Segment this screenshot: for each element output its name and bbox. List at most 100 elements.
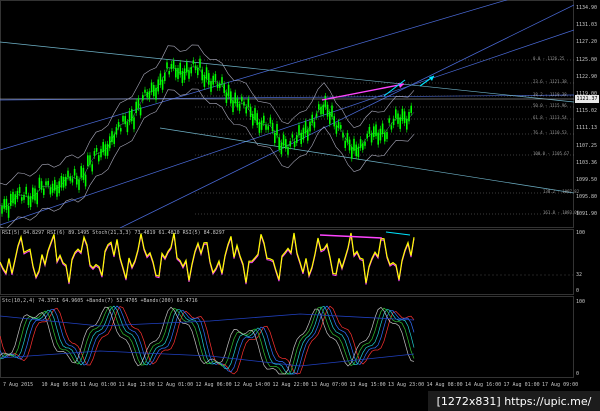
candle-body (362, 143, 364, 150)
candle-body (166, 62, 168, 69)
time-axis-label: 12 Aug 22:00 (272, 382, 309, 388)
fibo-level-label: 61.8 - 1113.54 (533, 115, 567, 120)
candle-body (379, 128, 382, 141)
price-axis-label: 1115.02 (576, 108, 598, 115)
time-axis-label: 11 Aug 13:00 (118, 382, 155, 388)
price-axis-label: 1127.20 (576, 39, 598, 46)
candle-body (186, 62, 188, 73)
candle-body (65, 176, 67, 186)
candle-body (183, 68, 186, 80)
candle-body (23, 194, 25, 200)
candle-body (93, 151, 96, 156)
candle-body (208, 73, 210, 85)
candle-body (117, 122, 120, 128)
fibo-level-label: 50.0 - 1115.96 (533, 103, 567, 108)
candle-body (406, 118, 408, 130)
chart-border (0, 0, 574, 228)
candle-body (296, 135, 298, 143)
time-axis-label: 12 Aug 06:00 (195, 382, 232, 388)
candle-body (210, 81, 212, 92)
candle-body (58, 181, 60, 194)
upper-band (0, 44, 415, 186)
candle-body (62, 176, 65, 188)
candle-body (355, 144, 357, 157)
time-axis-label: 7 Aug 2015 (3, 382, 34, 388)
candle-body (56, 185, 58, 197)
candle-body (133, 117, 135, 130)
candle-body (344, 140, 346, 148)
candle-body (408, 112, 410, 122)
upic-watermark[interactable]: [1272x831] https://upic.me/ (428, 391, 600, 411)
candle-body (21, 197, 23, 201)
candle-body (194, 65, 197, 71)
candle-body (219, 83, 221, 88)
candle-body (214, 74, 217, 81)
candle-body (267, 126, 269, 130)
candle-body (203, 75, 206, 87)
candle-body (285, 139, 287, 149)
candle-body (120, 128, 122, 132)
candle-body (278, 137, 280, 150)
candle-body (69, 176, 71, 181)
price-axis-label: 1122.90 (576, 73, 598, 80)
candle-body (348, 139, 351, 151)
candle-body (401, 108, 404, 121)
rsi-title: RSI(5) 84.8297 RSI(6) 89.1495 Stoch(21,3… (2, 230, 225, 236)
candle-body (280, 142, 283, 155)
price-axis: 1134.90 1131.03 1127.20 1125.00 1122.90 1119.… (574, 0, 600, 228)
candle-body (236, 98, 239, 108)
candle-body (377, 132, 379, 145)
candle-body (135, 101, 137, 113)
candle-body (3, 199, 5, 209)
candle-body (269, 117, 272, 124)
candle-body (126, 122, 129, 133)
candle-body (177, 68, 179, 79)
candle-body (100, 148, 102, 158)
candle-body (78, 179, 80, 190)
candle-body (381, 123, 384, 135)
osc-axis-max: 100 (576, 299, 586, 305)
candle-body (45, 181, 47, 186)
candle-body (172, 60, 175, 69)
oscillator-panel[interactable]: Stc(10,2,4) 74.3751 64.9605 +Bands(7) 53… (0, 296, 574, 378)
fibo-level-label: 100.0 - 1105.67 (533, 151, 570, 156)
time-axis-label: 17 Aug 01:00 (503, 382, 540, 388)
candle-body (368, 126, 371, 134)
candle-body (291, 134, 294, 138)
candle-body (287, 146, 289, 155)
candle-body (359, 139, 362, 148)
price-axis-label: 1095.80 (576, 194, 598, 201)
candle-body (373, 126, 375, 137)
candle-body (353, 138, 355, 151)
candle-body (326, 104, 329, 117)
oscillator-border (0, 296, 574, 378)
candle-body (168, 70, 170, 75)
candle-body (87, 155, 89, 167)
main-price-chart[interactable]: 0.0 - 1126.25 23.6 - 1121.38 38.2 - 1118.3… (0, 0, 579, 228)
candle-body (370, 133, 373, 143)
candle-body (146, 92, 148, 98)
candle-body (276, 123, 278, 136)
candle-body (76, 175, 78, 185)
candle-body (256, 113, 258, 125)
price-axis-label: 1111.13 (576, 125, 598, 132)
candle-body (403, 111, 406, 124)
candle-body (137, 98, 140, 109)
candle-body (128, 111, 131, 123)
candle-body (109, 136, 111, 149)
candle-body (234, 92, 236, 104)
candle-body (302, 127, 305, 140)
candle-body (91, 164, 93, 172)
rsi-panel[interactable]: RSI(5) 84.8297 RSI(6) 89.1495 Stoch(21,3… (0, 229, 574, 295)
trend-line (0, 29, 574, 226)
candle-body (71, 178, 74, 183)
oscillator-canvas (0, 296, 574, 378)
candle-body (10, 193, 12, 206)
candle-body (113, 134, 115, 144)
candle-body (258, 121, 261, 133)
candle-body (313, 121, 316, 128)
candle-body (104, 144, 107, 156)
candle-body (249, 106, 252, 117)
candle-body (181, 70, 184, 83)
candle-body (260, 120, 263, 130)
